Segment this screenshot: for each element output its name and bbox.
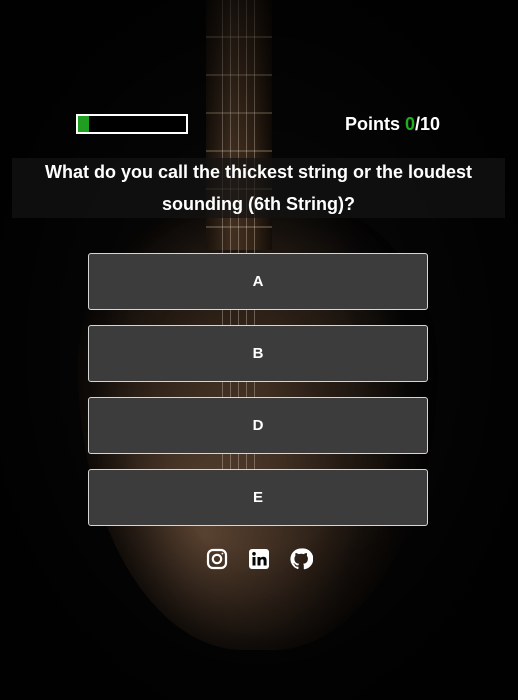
score-display: Points 0/10	[345, 114, 440, 135]
answer-button-4[interactable]: E	[88, 469, 428, 526]
github-icon[interactable]	[289, 547, 313, 571]
social-links	[205, 546, 325, 572]
question-text: What do you call the thickest string or …	[12, 158, 505, 218]
answer-button-3[interactable]: D	[88, 397, 428, 454]
score-label: Points	[345, 114, 406, 134]
progress-bar	[76, 114, 188, 134]
score-total: 10	[420, 114, 441, 134]
instagram-icon[interactable]	[205, 547, 229, 571]
score-current: 0	[405, 114, 416, 134]
linkedin-icon[interactable]	[247, 547, 271, 571]
answer-list: A B D E	[88, 253, 428, 541]
answer-button-1[interactable]: A	[88, 253, 428, 310]
answer-button-2[interactable]: B	[88, 325, 428, 382]
progress-bar-fill	[78, 116, 89, 132]
